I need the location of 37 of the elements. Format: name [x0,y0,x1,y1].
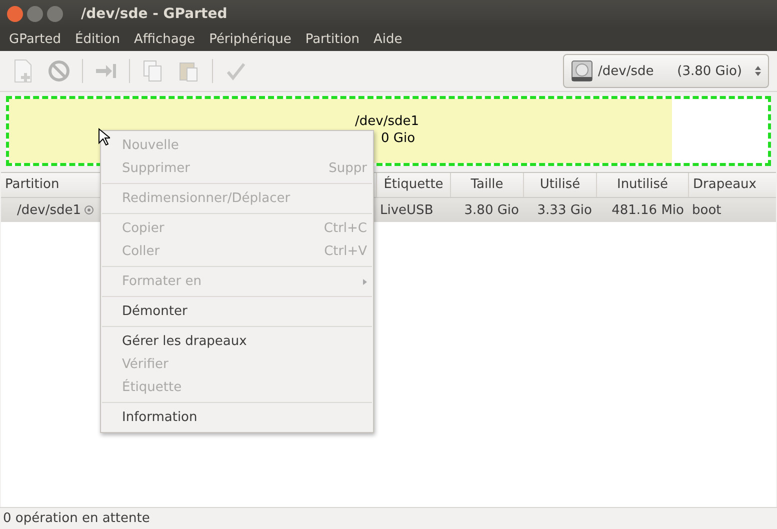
table-cell: 3.80 Gio [464,202,519,218]
table-cell: LiveUSB [380,202,434,218]
menu-bar-item[interactable]: Édition [68,32,127,47]
menu-bar-item[interactable]: Affichage [126,32,202,47]
menu-item[interactable]: Information [101,406,373,429]
menu-item[interactable]: Démonter [101,300,373,323]
table-cell: 481.16 Mio [612,202,684,218]
paste-icon [179,60,199,82]
new-document-icon [13,59,33,83]
table-cell: 3.33 Gio [537,202,592,218]
table-cell: boot [692,202,722,218]
partition-size: 0 Gio [381,131,416,146]
close-button[interactable] [7,6,23,22]
column-header[interactable]: Étiquette [376,173,450,197]
spinner-arrows-icon [754,65,762,77]
column-header[interactable]: Taille [450,173,523,197]
column-header[interactable]: Drapeaux [688,173,776,197]
submenu-arrow-icon [363,278,367,284]
checkmark-icon [226,61,246,81]
column-header[interactable]: Utilisé [523,173,596,197]
mouse-pointer-icon [98,128,110,146]
menu-bar-item[interactable]: Partition [298,32,367,47]
device-selector[interactable]: /dev/sde (3.80 Gio) [563,54,769,88]
menu-bar-item[interactable]: Périphérique [202,32,298,47]
window-title: /dev/sde - GParted [81,6,228,22]
prohibited-icon [48,60,70,82]
menu-bar-item[interactable]: Aide [366,32,410,47]
column-header[interactable]: Inutilisé [596,173,688,197]
menu-bar-item[interactable]: GParted [2,32,68,47]
menu-item[interactable]: Gérer les drapeaux [101,330,373,353]
minimize-button[interactable] [27,6,43,22]
partition-name: /dev/sde1 [355,114,419,129]
table-cell: /dev/sde1 [17,202,81,218]
arrow-to-bar-icon [94,62,118,80]
copy-icon [143,60,163,82]
maximize-button[interactable] [47,6,63,22]
status-text: 0 opération en attente [3,511,150,526]
